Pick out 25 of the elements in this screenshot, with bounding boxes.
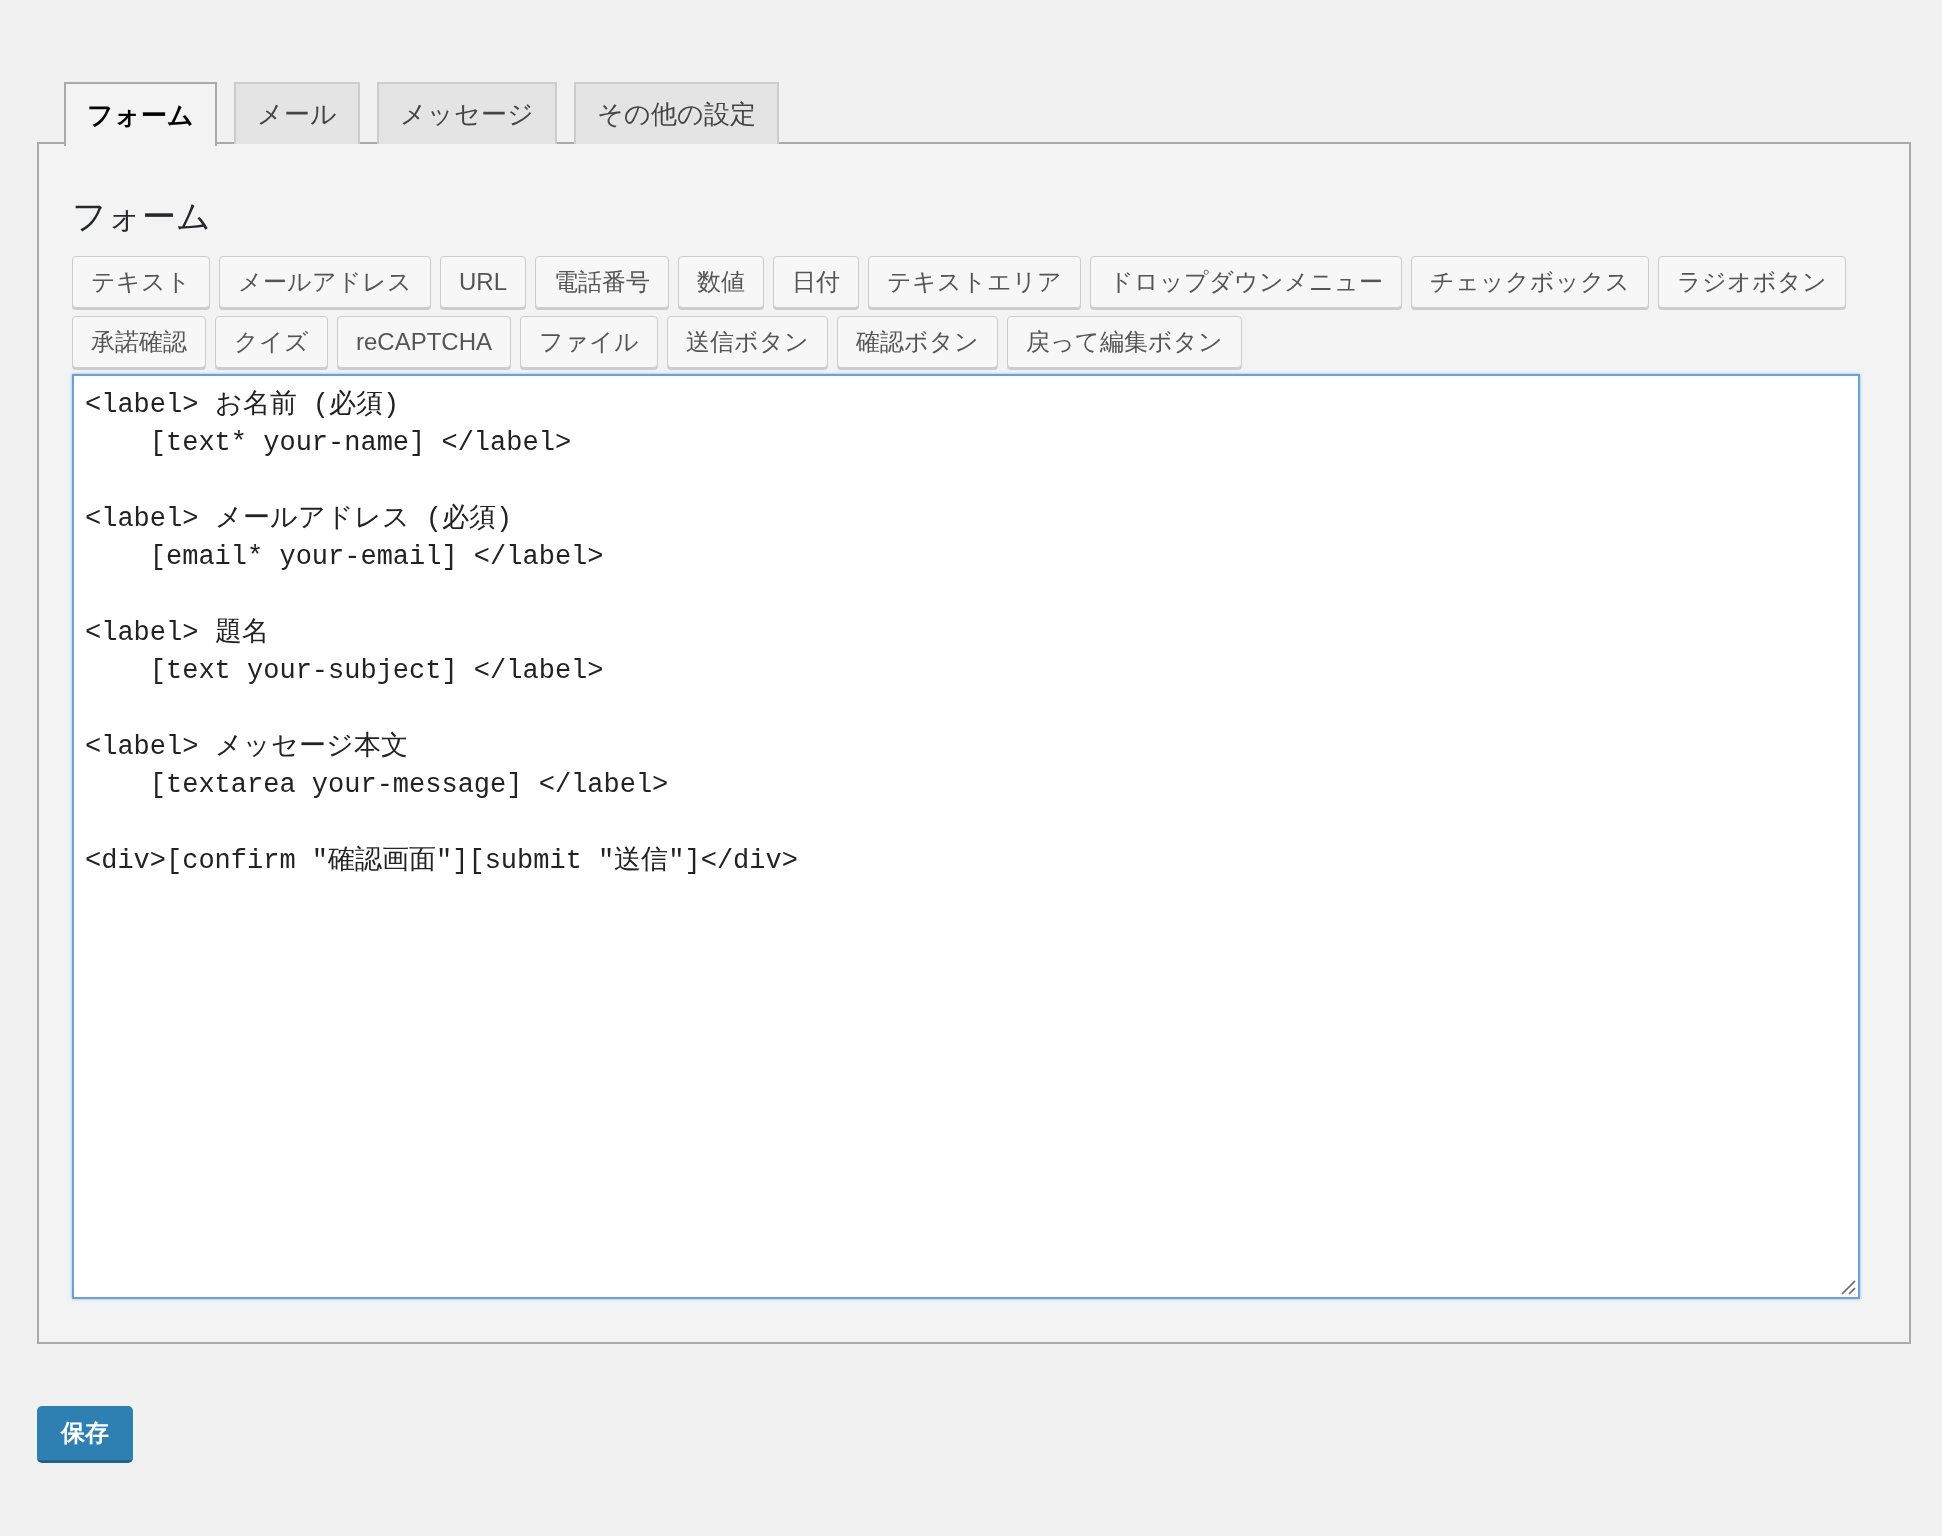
tag-insert-button[interactable]: チェックボックス (1411, 256, 1649, 308)
save-button[interactable]: 保存 (37, 1406, 133, 1463)
tag-insert-button[interactable]: 送信ボタン (667, 316, 829, 368)
tag-insert-button[interactable]: ドロップダウンメニュー (1090, 256, 1402, 308)
tag-insert-button[interactable]: テキスト (72, 256, 210, 308)
form-editor-field[interactable]: <label> お名前 (必須) [text* your-name] </label> <label> メールアドレス (必須) [email* your-email] </label> <label> 題名 [text your-subject] </label> <label> メッセージ本文 [textarea your-message] </label> <div>[confirm "確認画面"][submit "送信"]</div> (72, 374, 1860, 1299)
tag-insert-button[interactable]: ファイル (520, 316, 659, 368)
tag-insert-button[interactable]: 承諾確認 (72, 316, 206, 368)
tag-insert-button[interactable]: 数値 (678, 256, 764, 308)
tag-insert-button[interactable]: クイズ (215, 316, 328, 368)
tag-insert-button[interactable]: メールアドレス (219, 256, 431, 308)
tag-insert-button[interactable]: URL (440, 256, 526, 308)
tag-insert-button[interactable]: 日付 (773, 256, 859, 308)
resize-handle-icon[interactable] (1840, 1279, 1856, 1295)
tag-insert-button[interactable]: ラジオボタン (1658, 256, 1846, 308)
tab[interactable]: その他の設定 (574, 82, 779, 144)
tag-insert-button[interactable]: reCAPTCHA (337, 316, 512, 368)
tag-insert-button[interactable]: 電話番号 (535, 256, 669, 308)
tab[interactable]: フォーム (64, 82, 217, 146)
panel-heading: フォーム (72, 196, 211, 237)
tag-insert-button[interactable]: 戻って編集ボタン (1007, 316, 1243, 368)
tag-insert-button[interactable]: 確認ボタン (837, 316, 999, 368)
tab[interactable]: メッセージ (377, 82, 557, 144)
tab[interactable]: メール (234, 82, 360, 144)
tag-insert-button[interactable]: テキストエリア (868, 256, 1081, 308)
